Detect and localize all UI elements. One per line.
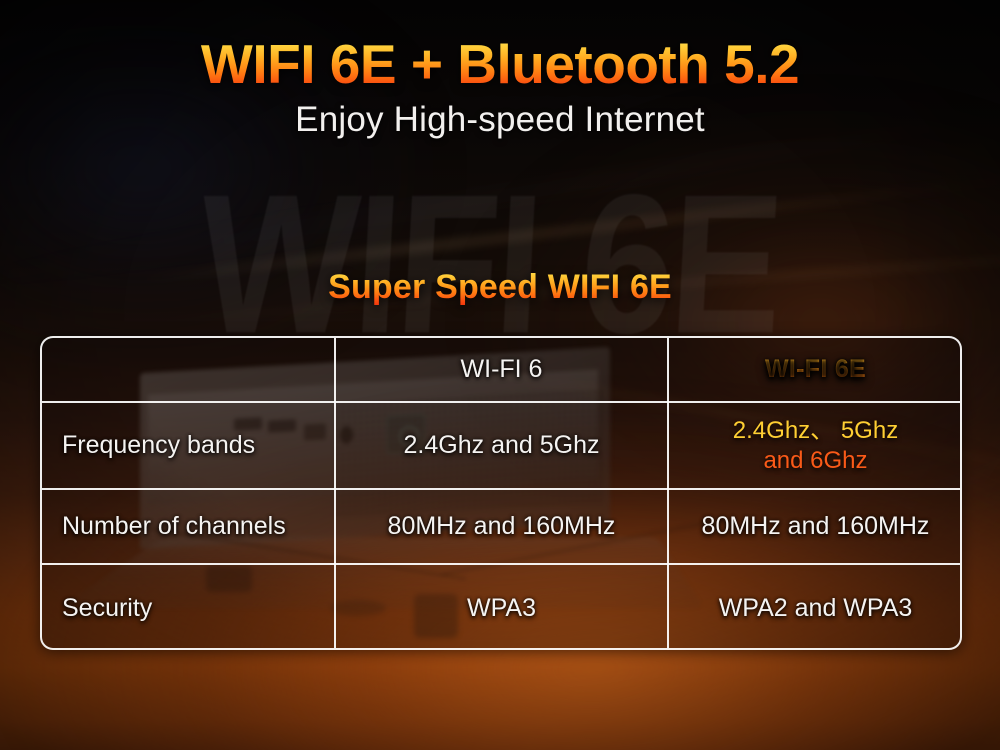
- cell-wifi6e-security: WPA2 and WPA3: [718, 594, 913, 622]
- promo-banner: WIFI 6E WIFI 6E + Bluetooth 5.2 Enjoy Hi…: [0, 0, 1000, 750]
- header-cell-wifi6e: WI-FI 6E: [668, 338, 960, 403]
- section-heading: Super Speed WIFI 6E: [0, 268, 1000, 307]
- cell-wifi6-frequency-bands: 2.4Ghz and 5Ghz: [335, 402, 669, 490]
- comparison-table: WI-FI 6 WI-FI 6E Frequency bands 2.4Ghz …: [40, 336, 962, 650]
- page-subtitle: Enjoy High-speed Internet: [295, 100, 705, 139]
- header-cell-wifi6: WI-FI 6: [335, 338, 669, 403]
- table-row: Frequency bands 2.4Ghz and 5Ghz 2.4Ghz、 …: [42, 402, 960, 490]
- cell-wifi6-security: WPA3: [335, 564, 669, 648]
- cell-wifi6e-frequency-line2: and 6Ghz: [763, 446, 868, 474]
- cell-wifi6-number-of-channels: 80MHz and 160MHz: [335, 489, 669, 565]
- cell-wifi6e-number-of-channels: 80MHz and 160MHz: [668, 489, 960, 565]
- cell-wifi6e-frequency-line1: 2.4Ghz、 5Ghz: [732, 416, 899, 444]
- row-label-number-of-channels: Number of channels: [42, 489, 336, 565]
- cell-wifi6e-frequency-bands: 2.4Ghz、 5Ghz and 6Ghz: [668, 402, 960, 490]
- table-row: Number of channels 80MHz and 160MHz 80MH…: [42, 489, 960, 565]
- table-header-row: WI-FI 6 WI-FI 6E: [42, 338, 960, 403]
- table-row: Security WPA3 WPA2 and WPA3: [42, 564, 960, 648]
- header-cell-blank: [42, 338, 336, 403]
- row-label-security: Security: [42, 564, 336, 648]
- row-label-frequency-bands: Frequency bands: [42, 402, 336, 490]
- page-title: WIFI 6E + Bluetooth 5.2: [0, 35, 1000, 94]
